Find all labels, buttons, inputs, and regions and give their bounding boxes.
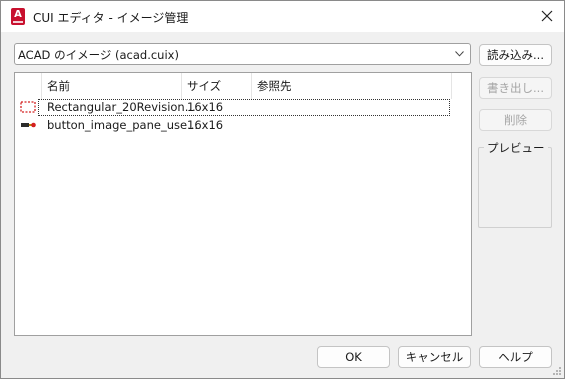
preview-panel <box>478 147 552 228</box>
list-item[interactable]: Rectangular_20Revision... 16x16 <box>15 99 471 116</box>
item-size: 16x16 <box>187 100 224 114</box>
dashed-rectangle-revision-icon <box>20 101 36 113</box>
window-title: CUI エディタ - イメージ管理 <box>33 11 189 25</box>
item-name: button_image_pane_use... <box>47 118 199 132</box>
item-name: Rectangular_20Revision... <box>38 99 450 116</box>
column-header-name[interactable]: 名前 <box>42 73 182 99</box>
close-button[interactable] <box>531 3 563 30</box>
export-button[interactable]: 書き出し... <box>479 77 552 99</box>
item-size: 16x16 <box>187 118 224 132</box>
help-button[interactable]: ヘルプ <box>479 346 552 368</box>
app-icon-letter: A <box>14 9 22 20</box>
column-header-size[interactable]: サイズ <box>182 73 252 99</box>
column-header-icon[interactable] <box>15 73 42 99</box>
image-manager-dialog: A CUI エディタ - イメージ管理 ACAD のイメージ (acad.cui… <box>0 0 565 379</box>
close-icon <box>541 10 553 22</box>
load-button[interactable]: 読み込み... <box>479 44 552 66</box>
ok-button[interactable]: OK <box>317 346 390 368</box>
list-header: 名前 サイズ 参照先 <box>15 73 471 99</box>
image-source-value: ACAD のイメージ (acad.cuix) <box>18 48 179 62</box>
pane-button-image-icon <box>21 122 36 128</box>
delete-button[interactable]: 削除 <box>479 109 552 131</box>
cancel-button[interactable]: キャンセル <box>398 346 471 368</box>
resize-grip-icon[interactable] <box>552 366 562 376</box>
image-list[interactable]: 名前 サイズ 参照先 Rectangular_20Revision... 16x… <box>14 72 472 336</box>
column-header-reference[interactable]: 参照先 <box>252 73 452 99</box>
title-bar: A CUI エディタ - イメージ管理 <box>1 1 564 32</box>
autocad-app-icon: A <box>11 8 25 25</box>
preview-label: プレビュー <box>484 140 548 156</box>
list-item[interactable]: button_image_pane_use... 16x16 <box>15 117 471 134</box>
chevron-down-icon <box>455 51 464 57</box>
image-source-dropdown[interactable]: ACAD のイメージ (acad.cuix) <box>14 43 471 65</box>
